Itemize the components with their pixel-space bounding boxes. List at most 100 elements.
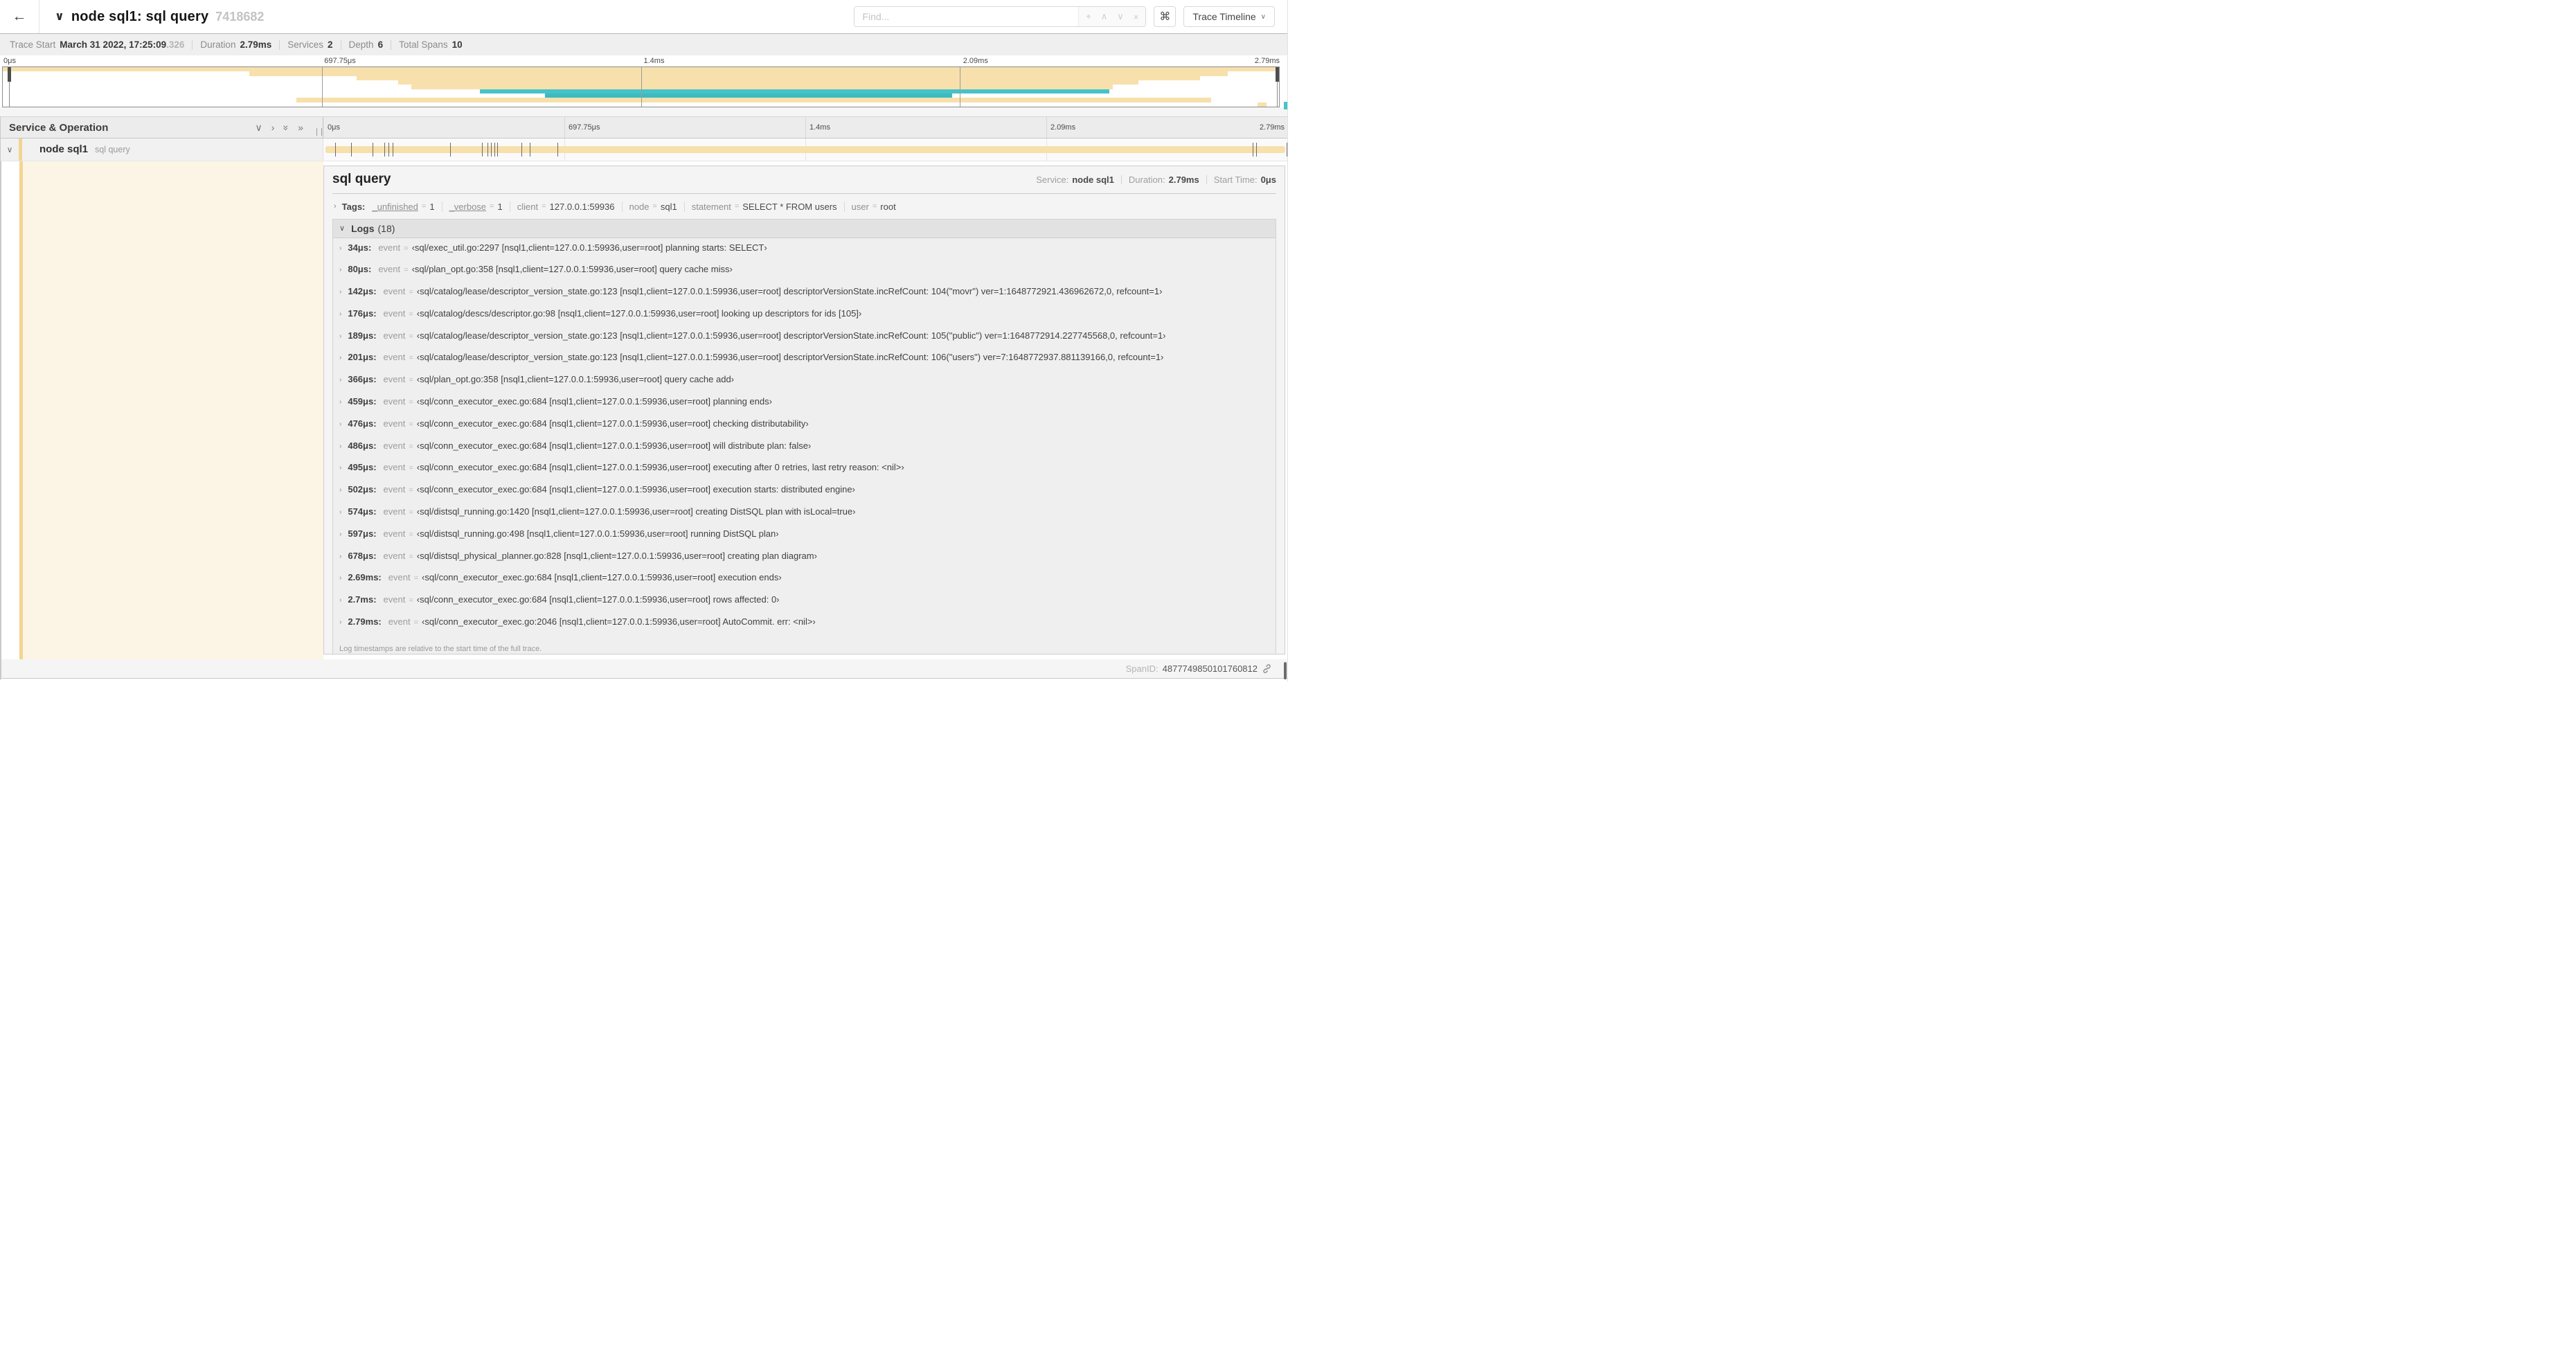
log-marker[interactable] [350,143,352,157]
collapse-one-icon[interactable]: ∨ [255,122,262,134]
tag-item: _unfinished = 1 [372,202,434,212]
minimap-canvas[interactable] [2,66,1280,107]
span-duration-bar[interactable] [325,146,1286,153]
log-marker[interactable] [497,143,498,157]
log-marker[interactable] [334,143,336,157]
log-row-toggle[interactable]: › 2.79ms: event = ‹sql/conn_executor_exec.go… [333,616,1276,639]
span-row-timeline-cell[interactable] [323,139,1287,161]
span-row-name-cell[interactable]: ∨ node sql1 sql query [1,139,323,161]
log-marker[interactable] [384,143,385,157]
back-button[interactable]: ← [0,0,39,33]
span-children-chevron-icon[interactable]: ∨ [1,145,19,154]
scrollbar-thumb[interactable] [1284,662,1287,679]
right-edge-teal-fragment [1284,102,1287,109]
view-selector-button[interactable]: Trace Timeline ∨ [1183,6,1275,27]
log-timestamp: 597μs: [348,528,377,539]
log-timestamp: 2.7ms: [348,594,377,605]
summary-item: Trace Start March 31 2022, 17:25:09.326 [10,39,184,50]
tag-key: _unfinished [372,201,418,212]
expand-all-icon[interactable]: » [298,122,303,134]
collapse-all-icon[interactable]: » [280,125,292,130]
log-field-value: ‹sql/distsql_running.go:1420 [nsql1,clie… [416,506,856,517]
log-field-key: event [383,462,406,473]
log-row-toggle[interactable]: › 366μs: event = ‹sql/plan_opt.go:358 [nsql1… [333,374,1276,396]
tag-equals: = [421,202,427,211]
log-row-toggle[interactable]: › 495μs: event = ‹sql/conn_executor_exec.go:… [333,462,1276,484]
log-row-toggle[interactable]: › 476μs: event = ‹sql/conn_executor_exec.go:… [333,418,1276,440]
log-row-toggle[interactable]: › 142μs: event = ‹sql/catalog/lease/descript… [333,286,1276,308]
log-field-key: event [383,506,406,517]
log-row-toggle[interactable]: › 486μs: event = ‹sql/conn_executor_exec.go:… [333,440,1276,463]
tag-separator [683,201,685,212]
log-row-toggle[interactable]: › 2.69ms: event = ‹sql/conn_executor_exec.go… [333,572,1276,594]
log-row-toggle[interactable]: › 189μs: event = ‹sql/catalog/lease/descript… [333,330,1276,353]
tags-accordion-toggle[interactable]: › Tags: _unfinished = 1 _verbose = 1 client = 12… [332,194,1276,219]
log-row-toggle[interactable]: › 80μs: event = ‹sql/plan_opt.go:358 [nsql1,… [333,264,1276,286]
log-field-value: ‹sql/conn_executor_exec.go:684 [nsql1,cl… [416,440,812,451]
log-field-key: event [383,374,406,385]
minimap-tick-label: 0μs [3,57,16,65]
tag-value: 1 [429,201,435,212]
log-marker[interactable] [449,143,451,157]
log-field-key: event [383,418,406,429]
log-field-value: ‹sql/catalog/lease/descriptor_version_st… [416,352,1164,363]
service-operation-title: Service & Operation [9,121,109,134]
log-equals: = [409,486,413,495]
tag-separator [621,201,623,212]
keyboard-shortcuts-button[interactable]: ⌘ [1154,6,1177,27]
log-row-toggle[interactable]: › 597μs: event = ‹sql/distsql_running.go:498… [333,528,1276,551]
log-equals: = [409,442,413,451]
log-marker[interactable] [494,143,495,157]
log-marker[interactable] [1256,143,1258,157]
log-marker[interactable] [491,143,492,157]
log-field-key: event [388,572,411,583]
clear-find-icon[interactable]: × [1134,12,1139,22]
find-input[interactable] [855,7,1079,26]
span-id-row: SpanID: 4877749850101760812 [1,659,1287,678]
log-row-toggle[interactable]: › 34μs: event = ‹sql/exec_util.go:2297 [nsql… [333,242,1276,265]
log-row-toggle[interactable]: › 678μs: event = ‹sql/distsql_physical_plann… [333,551,1276,573]
locate-icon[interactable]: ⌖ [1086,11,1091,22]
log-row-toggle[interactable]: › 459μs: event = ‹sql/conn_executor_exec.go:… [333,396,1276,418]
timeline-ticks-header: 0μs 697.75μs 1.4ms 2.09ms 2.79ms [323,117,1287,138]
tag-item: user = root [852,202,896,212]
log-marker[interactable] [521,143,523,157]
span-row-node-sql1[interactable]: ∨ node sql1 sql query [1,139,1287,161]
log-row-toggle[interactable]: › 574μs: event = ‹sql/distsql_running.go:142… [333,506,1276,528]
log-field-key: event [383,484,406,495]
collapse-trace-chevron-icon[interactable]: ∨ [55,10,64,24]
log-row-toggle[interactable]: › 502μs: event = ‹sql/conn_executor_exec.go:… [333,484,1276,506]
meta-value: node sql1 [1072,174,1114,185]
expand-one-icon[interactable]: › [271,122,275,134]
log-marker[interactable] [481,143,483,157]
log-chevron-icon: › [339,332,342,340]
column-resize-handle[interactable] [316,128,322,136]
summary-value: 10 [451,39,463,50]
prev-result-icon[interactable]: ∧ [1101,11,1108,22]
tag-value: 127.0.0.1:59936 [549,201,615,212]
copy-link-icon[interactable] [1262,663,1272,674]
log-field-value: ‹sql/conn_executor_exec.go:2046 [nsql1,c… [422,616,816,627]
log-marker[interactable] [557,143,559,157]
right-scrubber-handle[interactable] [1276,67,1279,82]
log-marker[interactable] [388,143,390,157]
tag-value: 1 [497,201,503,212]
log-equals: = [409,354,413,363]
tag-value: SELECT * FROM users [742,201,837,212]
log-field-key: event [383,396,406,407]
log-row-toggle[interactable]: › 2.7ms: event = ‹sql/conn_executor_exec.go:… [333,594,1276,616]
left-scrubber-handle[interactable] [8,67,11,82]
log-row-toggle[interactable]: › 176μs: event = ‹sql/catalog/descs/descript… [333,308,1276,330]
service-operation-header: Service & Operation ∨ › » » [1,117,323,138]
minimap-span [296,98,1212,103]
log-chevron-icon: › [339,552,342,560]
tag-key: user [851,201,869,212]
tag-key: _verbose [449,201,487,212]
log-row-toggle[interactable]: › 201μs: event = ‹sql/catalog/lease/descript… [333,352,1276,374]
next-result-icon[interactable]: ∨ [1117,11,1124,22]
span-detail-row: sql query Service: node sql1 Duration: 2.79… [1,161,1287,659]
log-equals: = [413,574,419,583]
log-chevron-icon: › [339,530,342,538]
logs-accordion-toggle[interactable]: ∨ Logs (18) [333,219,1276,238]
log-timestamp: 80μs: [348,264,372,275]
